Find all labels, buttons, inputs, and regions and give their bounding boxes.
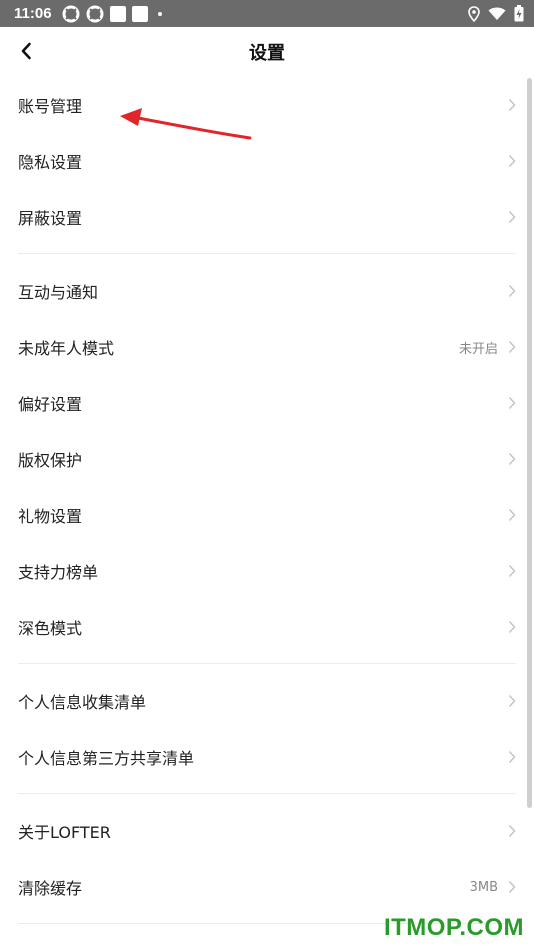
settings-item-gift[interactable]: 礼物设置	[0, 487, 534, 543]
settings-item-interaction[interactable]: 互动与通知	[0, 263, 534, 319]
settings-item-label: 清除缓存	[18, 879, 83, 898]
section-divider	[0, 245, 534, 263]
status-time: 11:06	[14, 5, 52, 22]
settings-item-copyright[interactable]: 版权保护	[0, 431, 534, 487]
section-divider	[0, 655, 534, 673]
scrollbar[interactable]	[527, 78, 532, 808]
chevron-right-icon	[508, 210, 516, 224]
wifi-icon	[488, 7, 506, 20]
status-bar: 11:06	[0, 0, 534, 27]
settings-item-label: 深色模式	[18, 619, 83, 638]
settings-item-label: 个人信息收集清单	[18, 693, 147, 712]
chevron-right-icon	[508, 452, 516, 466]
settings-item-label: 关于LOFTER	[18, 823, 111, 842]
settings-item-account[interactable]: 账号管理	[0, 77, 534, 133]
chevron-right-icon	[508, 340, 516, 354]
settings-item-label: 隐私设置	[18, 153, 83, 172]
settings-item-value: 未开启	[458, 341, 498, 357]
chevron-right-icon	[508, 284, 516, 298]
back-button[interactable]	[14, 39, 38, 63]
watermark: ITMOP.COM	[383, 914, 524, 941]
chevron-right-icon	[508, 694, 516, 708]
settings-item-preferences[interactable]: 偏好设置	[0, 375, 534, 431]
notification-icons	[62, 5, 162, 23]
settings-item-label: 账号管理	[18, 97, 83, 116]
app-notification-icon	[86, 5, 104, 22]
settings-item-minor-mode[interactable]: 未成年人模式 未开启	[0, 319, 534, 375]
app-notification-icon	[62, 5, 80, 22]
settings-item-dark-mode[interactable]: 深色模式	[0, 599, 534, 655]
chevron-right-icon	[508, 98, 516, 112]
nav-bar: 设置	[0, 27, 534, 77]
settings-item-about[interactable]: 关于LOFTER	[0, 803, 534, 859]
settings-item-value: 3MB	[469, 879, 498, 895]
chevron-right-icon	[508, 396, 516, 410]
settings-item-third-party-sharing[interactable]: 个人信息第三方共享清单	[0, 729, 534, 785]
chevron-right-icon	[508, 564, 516, 578]
chevron-right-icon	[508, 750, 516, 764]
section-divider	[0, 785, 534, 803]
location-icon	[468, 5, 480, 22]
settings-item-label: 未成年人模式	[18, 339, 115, 358]
settings-item-info-collection[interactable]: 个人信息收集清单	[0, 673, 534, 729]
settings-item-clear-cache[interactable]: 清除缓存 3MB	[0, 859, 534, 915]
dot-icon	[157, 11, 162, 16]
battery-icon	[514, 5, 524, 22]
square-notification-icon	[109, 5, 126, 22]
chevron-right-icon	[508, 154, 516, 168]
settings-item-label: 支持力榜单	[18, 563, 99, 582]
settings-item-label: 互动与通知	[18, 283, 99, 302]
settings-item-privacy[interactable]: 隐私设置	[0, 133, 534, 189]
settings-item-block[interactable]: 屏蔽设置	[0, 189, 534, 245]
page-title: 设置	[249, 43, 285, 64]
chevron-right-icon	[508, 880, 516, 894]
chevron-right-icon	[508, 620, 516, 634]
chevron-right-icon	[508, 508, 516, 522]
chevron-right-icon	[508, 824, 516, 838]
settings-list: 账号管理 隐私设置 屏蔽设置 互动与通知 未成年人模式 未开启 偏好设置 版权保…	[0, 77, 534, 933]
settings-item-label: 屏蔽设置	[18, 209, 83, 228]
settings-item-support-ranking[interactable]: 支持力榜单	[0, 543, 534, 599]
chevron-left-icon	[21, 42, 31, 60]
settings-item-label: 个人信息第三方共享清单	[18, 749, 195, 768]
settings-item-label: 偏好设置	[18, 395, 83, 414]
settings-item-label: 礼物设置	[18, 507, 83, 526]
settings-item-label: 版权保护	[18, 451, 83, 470]
square-notification-icon	[131, 5, 148, 22]
